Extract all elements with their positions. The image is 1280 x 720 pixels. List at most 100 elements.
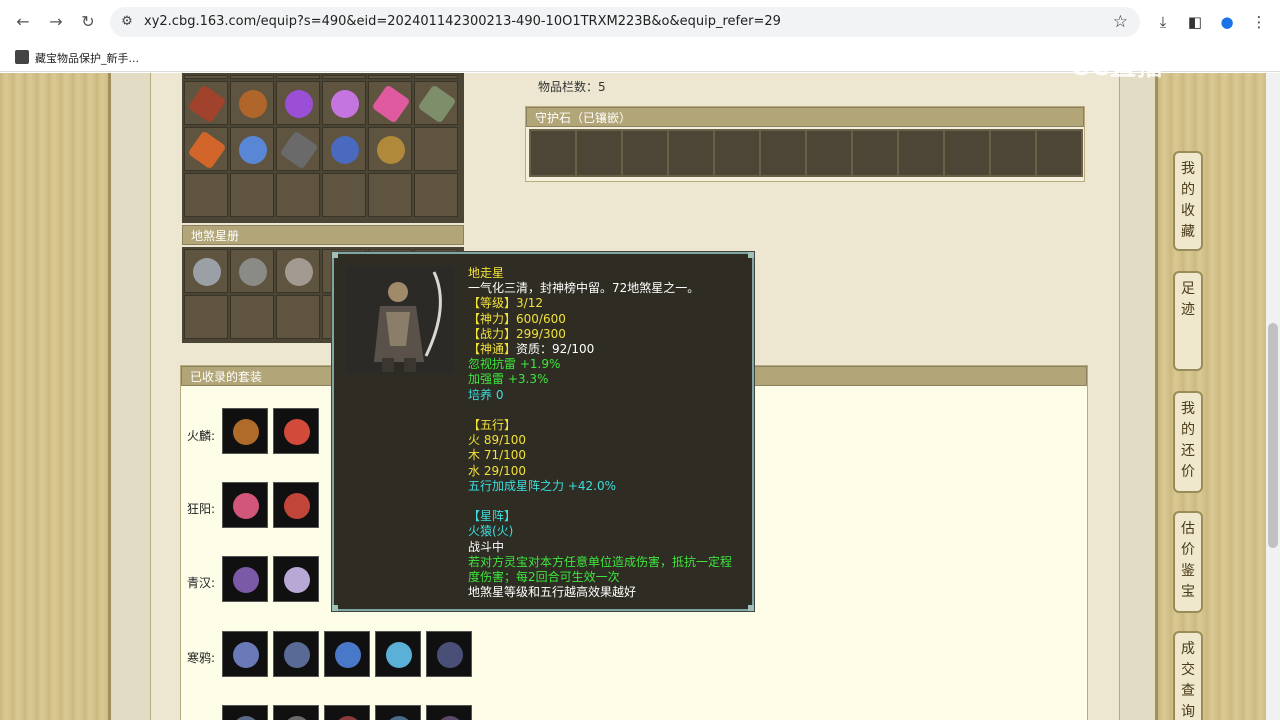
inventory-slot[interactable] xyxy=(322,173,366,217)
guard-stone-slot[interactable] xyxy=(761,131,805,175)
tooltip-corner xyxy=(332,252,338,258)
xingzhen-effect: 度伤害；每2回合可生效一次 xyxy=(468,570,620,585)
reload-icon[interactable]: ↻ xyxy=(77,11,99,33)
outfit-icon[interactable] xyxy=(426,631,472,677)
inventory-item[interactable] xyxy=(322,127,366,171)
guard-stone-slot[interactable] xyxy=(991,131,1035,175)
star-card[interactable] xyxy=(276,249,320,293)
guard-stone-slot[interactable] xyxy=(715,131,759,175)
back-icon[interactable]: ← xyxy=(12,11,34,33)
nav-my-favorites[interactable]: 我的收藏 xyxy=(1173,151,1203,251)
outfit-icon[interactable] xyxy=(222,408,268,454)
inventory-item[interactable] xyxy=(230,127,274,171)
inventory-item[interactable] xyxy=(276,127,320,171)
outfit-icon[interactable] xyxy=(222,705,268,720)
outfit-icon[interactable] xyxy=(324,705,370,720)
outfit-icon[interactable] xyxy=(273,408,319,454)
inventory-item[interactable] xyxy=(368,127,412,171)
inventory-item[interactable] xyxy=(276,81,320,125)
star-slot[interactable] xyxy=(230,295,274,339)
scrollbar-thumb[interactable] xyxy=(1268,323,1278,548)
outfit-icon[interactable] xyxy=(375,705,421,720)
inventory-slot[interactable] xyxy=(322,75,366,79)
outfit-icon[interactable] xyxy=(222,556,268,602)
xingzhen-name: 火猿(火) xyxy=(468,524,514,539)
star-slot[interactable] xyxy=(276,295,320,339)
star-card[interactable] xyxy=(230,249,274,293)
inventory-grid xyxy=(182,73,464,223)
outfit-icon[interactable] xyxy=(273,482,319,528)
inventory-slot[interactable] xyxy=(276,75,320,79)
wuxing-bonus: 五行加成星阵之力 +42.0% xyxy=(468,478,616,493)
item-tooltip: 地走星 一气化三清，封神榜中留。72地煞星之一。 【等级】3/12 【神力】60… xyxy=(332,252,754,611)
star-slot[interactable] xyxy=(184,295,228,339)
inventory-slot[interactable] xyxy=(184,75,228,79)
address-bar[interactable]: ⚙ xy2.cbg.163.com/equip?s=490&eid=202401… xyxy=(110,7,1140,37)
nav-footprints[interactable]: 足迹 xyxy=(1173,271,1203,371)
scrollbar[interactable] xyxy=(1266,73,1280,720)
inventory-slot[interactable] xyxy=(414,127,458,171)
nav-deal-query[interactable]: 成交查询 xyxy=(1173,631,1203,720)
inventory-slot[interactable] xyxy=(230,75,274,79)
outfit-icon[interactable] xyxy=(273,705,319,720)
outfit-icon[interactable] xyxy=(273,556,319,602)
guard-stone-slot[interactable] xyxy=(623,131,667,175)
browser-toolbar: ← → ↻ ⚙ xy2.cbg.163.com/equip?s=490&eid=… xyxy=(0,0,1280,44)
outfit-icon[interactable] xyxy=(324,631,370,677)
star-book-title: 地煞星册 xyxy=(182,225,464,245)
wuxing-water: 水 29/100 xyxy=(468,463,527,478)
outfit-icon[interactable] xyxy=(222,482,268,528)
inventory-slot[interactable] xyxy=(368,75,412,79)
inventory-slot[interactable] xyxy=(276,173,320,217)
nav-appraisal[interactable]: 估价鉴宝 xyxy=(1173,511,1203,613)
site-info-icon[interactable]: ⚙ xyxy=(118,13,136,31)
forward-icon[interactable]: → xyxy=(45,11,67,33)
guard-stone-slot[interactable] xyxy=(807,131,851,175)
outfit-label: 火麟: xyxy=(187,429,216,443)
star-card[interactable] xyxy=(184,249,228,293)
inventory-item[interactable] xyxy=(368,81,412,125)
inventory-slot[interactable] xyxy=(414,75,458,79)
guard-stone-slot[interactable] xyxy=(531,131,575,175)
inventory-slot[interactable] xyxy=(230,173,274,217)
character-portrait xyxy=(346,266,454,374)
xingzhen-effect: 若对方灵宝对本方任意单位造成伤害，抵抗一定程 xyxy=(468,554,733,569)
outfit-icon[interactable] xyxy=(273,631,319,677)
download-icon[interactable]: ⤓ xyxy=(1152,11,1174,33)
outfit-label: 寒鸦: xyxy=(187,651,216,665)
inventory-item[interactable] xyxy=(184,127,228,171)
bookmark-item[interactable]: 藏宝物品保护_新手... xyxy=(35,50,139,66)
inventory-slot[interactable] xyxy=(368,173,412,217)
guard-stone-slot[interactable] xyxy=(853,131,897,175)
profile-icon[interactable]: ● xyxy=(1216,11,1238,33)
inventory-item[interactable] xyxy=(322,81,366,125)
inventory-item[interactable] xyxy=(230,81,274,125)
guard-stone-slot[interactable] xyxy=(899,131,943,175)
bookmark-star-icon[interactable]: ☆ xyxy=(1113,12,1128,32)
guard-stone-panel: 守护石（已镶嵌） xyxy=(525,106,1085,182)
menu-icon[interactable]: ⋮ xyxy=(1248,11,1270,33)
inventory-item[interactable] xyxy=(184,81,228,125)
guard-stone-slot[interactable] xyxy=(577,131,621,175)
nav-label: 估价鉴宝 xyxy=(1181,521,1195,600)
outfit-icon[interactable] xyxy=(222,631,268,677)
bookmark-favicon-icon xyxy=(15,50,29,64)
inventory-item[interactable] xyxy=(414,81,458,125)
nav-my-counteroffer[interactable]: 我的还价 xyxy=(1173,391,1203,493)
inventory-slot[interactable] xyxy=(184,173,228,217)
inventory-slot[interactable] xyxy=(414,173,458,217)
stat-level: 【等级】3/12 xyxy=(468,296,543,311)
tooltip-corner xyxy=(332,605,338,611)
guard-stone-title: 守护石（已镶嵌） xyxy=(526,107,1084,127)
stat-zhanli: 【战力】299/300 xyxy=(468,326,566,341)
side-panel-icon[interactable]: ◧ xyxy=(1184,11,1206,33)
outfit-icon[interactable] xyxy=(426,705,472,720)
guard-stone-slot[interactable] xyxy=(1037,131,1081,175)
url-text: xy2.cbg.163.com/equip?s=490&eid=20240114… xyxy=(144,14,781,29)
stat-peiyang: 培养 0 xyxy=(468,387,504,402)
guard-stone-slot[interactable] xyxy=(669,131,713,175)
outfit-icon[interactable] xyxy=(375,631,421,677)
wuxing-fire: 火 89/100 xyxy=(468,433,527,448)
wuxing-wood: 木 71/100 xyxy=(468,448,527,463)
guard-stone-slot[interactable] xyxy=(945,131,989,175)
